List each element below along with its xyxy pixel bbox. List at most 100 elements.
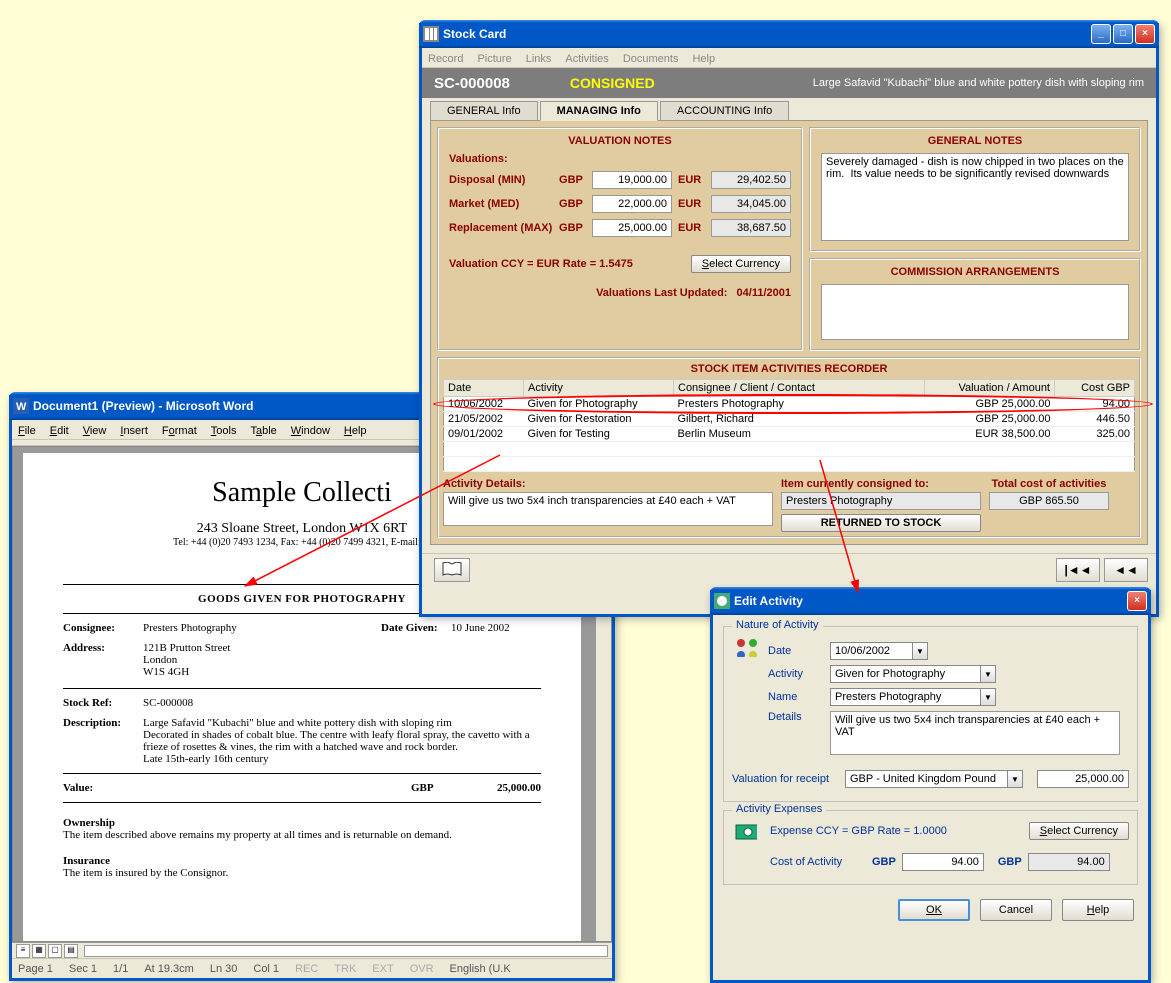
label-name: Name <box>768 691 824 703</box>
status-ovr: OVR <box>410 963 434 975</box>
ccy-gbp: GBP <box>559 198 586 210</box>
menu-links[interactable]: Links <box>526 53 552 65</box>
tab-general-info[interactable]: GENERAL Info <box>430 101 538 121</box>
nav-prev-button[interactable]: ◄◄ <box>1104 558 1148 582</box>
menu-table[interactable]: Table <box>250 425 276 437</box>
consigned-to-field <box>781 492 981 510</box>
menu-file[interactable]: File <box>18 425 36 437</box>
menu-picture[interactable]: Picture <box>477 53 511 65</box>
input-activity[interactable] <box>830 665 980 683</box>
valuation-row-market: Market (MED) GBP EUR <box>449 195 791 213</box>
menu-edit[interactable]: Edit <box>50 425 69 437</box>
activity-expenses-fieldset: Activity Expenses Expense CCY = GBP Rate… <box>723 810 1138 885</box>
stock-desc-short: Large Safavid "Kubachi" blue and white p… <box>813 77 1144 89</box>
commission-textarea[interactable] <box>821 284 1129 340</box>
view-web-button[interactable]: ▦ <box>32 944 46 958</box>
valuations-label: Valuations: <box>449 153 791 165</box>
label-details: Details <box>768 711 824 723</box>
label-replacement: Replacement (MAX) <box>449 222 553 234</box>
value-amount: 25,000.00 <box>461 782 541 794</box>
activities-grid[interactable]: Date Activity Consignee / Client / Conta… <box>443 379 1135 472</box>
minimize-button[interactable]: _ <box>1091 24 1111 44</box>
input-disposal-gbp[interactable] <box>592 171 672 189</box>
label-address: Address: <box>63 642 143 678</box>
select-currency-button[interactable]: Select Currency <box>691 255 791 273</box>
nav-first-button[interactable]: |◄◄ <box>1056 558 1100 582</box>
general-notes-textarea[interactable] <box>821 153 1129 241</box>
date-dropdown-button[interactable]: ▼ <box>912 642 928 660</box>
input-cost2 <box>1028 853 1110 871</box>
commission-panel: COMMISSION ARRANGEMENTS <box>809 258 1141 351</box>
view-outline-button[interactable]: ▤ <box>64 944 78 958</box>
activity-dropdown-button[interactable]: ▼ <box>980 665 996 683</box>
menu-activities[interactable]: Activities <box>565 53 608 65</box>
label-cost-activity: Cost of Activity <box>770 856 866 868</box>
commission-title: COMMISSION ARRANGEMENTS <box>821 266 1129 278</box>
col-valuation[interactable]: Valuation / Amount <box>925 380 1055 397</box>
name-dropdown-button[interactable]: ▼ <box>980 688 996 706</box>
input-valuation-ccy[interactable] <box>845 770 1007 788</box>
word-view-buttons: ≡ ▦ ▢ ▤ <box>12 942 612 958</box>
col-activity[interactable]: Activity <box>524 380 674 397</box>
menu-window[interactable]: Window <box>291 425 330 437</box>
menu-help[interactable]: Help <box>344 425 367 437</box>
cancel-button[interactable]: Cancel <box>980 899 1052 921</box>
input-valuation-amount[interactable] <box>1037 770 1129 788</box>
ccy-gbp: GBP <box>559 174 586 186</box>
menu-insert[interactable]: Insert <box>120 425 148 437</box>
returned-to-stock-button[interactable]: RETURNED TO STOCK <box>781 514 981 532</box>
label-activity: Activity <box>768 668 824 680</box>
label-market: Market (MED) <box>449 198 553 210</box>
table-row[interactable]: 10/06/2002 Given for Photography Prester… <box>444 397 1135 412</box>
label-date-given: Date Given: <box>381 622 451 634</box>
menu-documents[interactable]: Documents <box>623 53 679 65</box>
table-row[interactable]: 21/05/2002 Given for Restoration Gilbert… <box>444 412 1135 427</box>
value-consignee: Presters Photography <box>143 622 381 634</box>
input-market-gbp[interactable] <box>592 195 672 213</box>
input-name[interactable] <box>830 688 980 706</box>
menu-tools[interactable]: Tools <box>211 425 237 437</box>
valuation-notes-panel: VALUATION NOTES Valuations: Disposal (MI… <box>437 127 803 351</box>
menu-record[interactable]: Record <box>428 53 463 65</box>
tab-managing-info[interactable]: MANAGING Info <box>540 101 658 121</box>
valuation-notes-title: VALUATION NOTES <box>449 135 791 147</box>
label-activity-details: Activity Details: <box>443 478 773 490</box>
menu-view[interactable]: View <box>83 425 107 437</box>
maximize-button[interactable]: □ <box>1113 24 1133 44</box>
expenses-legend: Activity Expenses <box>732 803 826 815</box>
edit-activity-icon <box>714 593 730 609</box>
input-replacement-gbp[interactable] <box>592 219 672 237</box>
money-icon <box>732 821 760 841</box>
input-date[interactable] <box>830 642 912 660</box>
word-app-icon: W <box>13 398 29 414</box>
col-cost[interactable]: Cost GBP <box>1055 380 1135 397</box>
label-disposal: Disposal (MIN) <box>449 174 553 186</box>
edit-activity-titlebar[interactable]: Edit Activity × <box>710 587 1151 615</box>
managing-info-body: VALUATION NOTES Valuations: Disposal (MI… <box>430 120 1148 545</box>
ok-button[interactable]: OK <box>898 899 970 921</box>
close-button[interactable]: × <box>1135 24 1155 44</box>
activities-panel: STOCK ITEM ACTIVITIES RECORDER Date Acti… <box>437 357 1141 538</box>
select-currency-button[interactable]: Select Currency <box>1029 822 1129 840</box>
status-col: Col 1 <box>253 963 279 975</box>
menu-help[interactable]: Help <box>692 53 715 65</box>
close-button[interactable]: × <box>1127 591 1147 611</box>
view-print-button[interactable]: ▢ <box>48 944 62 958</box>
col-date[interactable]: Date <box>444 380 524 397</box>
activity-details-textarea[interactable] <box>443 492 773 526</box>
view-normal-button[interactable]: ≡ <box>16 944 30 958</box>
stock-card-titlebar[interactable]: Stock Card _ □ × <box>419 20 1159 48</box>
col-consignee[interactable]: Consignee / Client / Contact <box>674 380 925 397</box>
valuation-row-disposal: Disposal (MIN) GBP EUR <box>449 171 791 189</box>
table-row[interactable]: 09/01/2002 Given for Testing Berlin Muse… <box>444 427 1135 442</box>
help-button[interactable]: Help <box>1062 899 1134 921</box>
tab-accounting-info[interactable]: ACCOUNTING Info <box>660 101 789 121</box>
book-icon-button[interactable] <box>434 558 470 582</box>
stock-card-window: Stock Card _ □ × Record Picture Links Ac… <box>419 23 1159 617</box>
input-cost1[interactable] <box>902 853 984 871</box>
valuation-ccy-dropdown-button[interactable]: ▼ <box>1007 770 1023 788</box>
menu-format[interactable]: Format <box>162 425 197 437</box>
text-ownership: The item described above remains my prop… <box>63 829 541 841</box>
horizontal-scrollbar[interactable] <box>84 945 608 957</box>
textarea-details[interactable] <box>830 711 1120 755</box>
